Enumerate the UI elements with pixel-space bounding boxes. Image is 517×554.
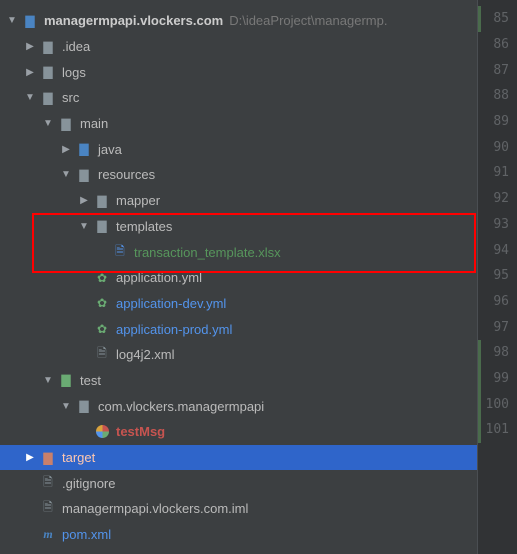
file-icon: 🗎	[40, 475, 56, 491]
tree-row-templates[interactable]: ▼ ▇ templates	[0, 214, 477, 240]
tree-row-resources[interactable]: ▼ ▇ resources	[0, 162, 477, 188]
tree-row-application-prod[interactable]: ✿ application-prod.yml	[0, 316, 477, 342]
gutter-line[interactable]: 100	[478, 391, 517, 417]
folder-icon: ▇	[58, 116, 74, 132]
tree-row-log4j2[interactable]: 🗎 log4j2.xml	[0, 342, 477, 368]
tree-row-src[interactable]: ▼ ▇ src	[0, 85, 477, 111]
tree-row-iml[interactable]: 🗎 managermpapi.vlockers.com.iml	[0, 496, 477, 522]
folder-icon: ▇	[94, 218, 110, 234]
chevron-right-icon[interactable]: ▶	[24, 452, 36, 463]
chevron-down-icon[interactable]: ▼	[24, 92, 36, 103]
excluded-folder-icon: ▇	[40, 450, 56, 466]
chevron-right-icon[interactable]: ▶	[78, 195, 90, 206]
tree-row-pom[interactable]: m pom.xml	[0, 522, 477, 548]
gutter-line[interactable]: 92	[478, 186, 517, 212]
editor-gutter: 85 86 87 88 89 90 91 92 93 94 95 96 97 9…	[477, 0, 517, 554]
gutter-line[interactable]: 97	[478, 314, 517, 340]
chevron-down-icon[interactable]: ▼	[42, 375, 54, 386]
folder-icon: ▇	[94, 193, 110, 209]
tree-row-main[interactable]: ▼ ▇ main	[0, 111, 477, 137]
tree-row-logs[interactable]: ▶ ▇ logs	[0, 59, 477, 85]
chevron-right-icon[interactable]: ▶	[24, 41, 36, 52]
tree-row-test-package[interactable]: ▼ ▇ com.vlockers.managermpapi	[0, 393, 477, 419]
project-name: managermpapi.vlockers.com	[44, 13, 223, 28]
gutter-line[interactable]: 95	[478, 263, 517, 289]
gutter-line[interactable]: 93	[478, 212, 517, 238]
gutter-line[interactable]: 90	[478, 134, 517, 160]
chevron-down-icon[interactable]: ▼	[60, 401, 72, 412]
xlsx-file-icon: 🗎	[112, 244, 128, 260]
project-tree[interactable]: ▼ ▇ managermpapi.vlockers.com D:\ideaPro…	[0, 0, 477, 554]
chevron-right-icon[interactable]: ▶	[24, 67, 36, 78]
gutter-line[interactable]: 89	[478, 109, 517, 135]
chevron-down-icon[interactable]: ▼	[78, 221, 90, 232]
gutter-line[interactable]: 88	[478, 83, 517, 109]
tree-row-gitignore[interactable]: 🗎 .gitignore	[0, 470, 477, 496]
tree-row-testmsg[interactable]: testMsg	[0, 419, 477, 445]
gutter-line[interactable]: 86	[478, 32, 517, 58]
folder-icon: ▇	[40, 90, 56, 106]
spring-config-icon: ✿	[94, 270, 110, 286]
xml-file-icon: 🗎	[94, 347, 110, 363]
source-folder-icon: ▇	[76, 141, 92, 157]
gutter-line[interactable]: 96	[478, 289, 517, 315]
tree-row-project-root[interactable]: ▼ ▇ managermpapi.vlockers.com D:\ideaPro…	[0, 8, 477, 34]
gutter-line[interactable]: 94	[478, 237, 517, 263]
tree-row-application-yml[interactable]: ✿ application.yml	[0, 265, 477, 291]
package-icon: ▇	[76, 398, 92, 414]
gutter-line[interactable]: 101	[478, 417, 517, 443]
project-path: D:\ideaProject\managermp.	[229, 13, 387, 28]
folder-icon: ▇	[22, 13, 38, 29]
tree-row-test[interactable]: ▼ ▇ test	[0, 368, 477, 394]
test-folder-icon: ▇	[58, 372, 74, 388]
tree-row-application-dev[interactable]: ✿ application-dev.yml	[0, 291, 477, 317]
chevron-down-icon[interactable]: ▼	[42, 118, 54, 129]
test-run-icon	[94, 424, 110, 440]
folder-icon: ▇	[40, 39, 56, 55]
tree-row-target[interactable]: ▶ ▇ target	[0, 445, 477, 471]
tree-row-idea[interactable]: ▶ ▇ .idea	[0, 34, 477, 60]
resources-folder-icon: ▇	[76, 167, 92, 183]
folder-icon: ▇	[40, 64, 56, 80]
gutter-line[interactable]: 98	[478, 340, 517, 366]
spring-config-icon: ✿	[94, 321, 110, 337]
tree-row-mapper[interactable]: ▶ ▇ mapper	[0, 188, 477, 214]
chevron-down-icon[interactable]: ▼	[60, 169, 72, 180]
gutter-line[interactable]: 99	[478, 366, 517, 392]
gutter-line[interactable]: 85	[478, 6, 517, 32]
gutter-line[interactable]: 87	[478, 57, 517, 83]
chevron-right-icon[interactable]: ▶	[60, 144, 72, 155]
module-file-icon: 🗎	[40, 501, 56, 517]
gutter-line[interactable]: 91	[478, 160, 517, 186]
tree-row-transaction-template[interactable]: 🗎 transaction_template.xlsx	[0, 239, 477, 265]
chevron-down-icon[interactable]: ▼	[6, 15, 18, 26]
tree-row-java[interactable]: ▶ ▇ java	[0, 136, 477, 162]
spring-config-icon: ✿	[94, 295, 110, 311]
maven-icon: m	[40, 527, 56, 543]
